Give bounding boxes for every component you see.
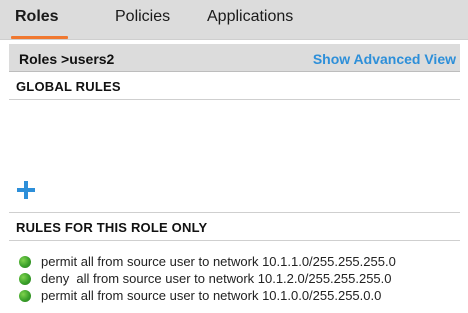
status-dot-icon: [19, 290, 31, 302]
rule-text: permit all from source user to network 1…: [41, 288, 382, 303]
breadcrumb: Roles >users2: [19, 51, 115, 67]
divider: [9, 240, 460, 241]
status-dot-icon: [19, 273, 31, 285]
divider: [9, 212, 460, 213]
show-advanced-view-link[interactable]: Show Advanced View: [313, 51, 456, 67]
tab-policies[interactable]: Policies: [115, 8, 170, 26]
global-rules-heading: GLOBAL RULES: [16, 79, 121, 94]
tab-applications[interactable]: Applications: [207, 8, 293, 26]
role-rules-heading: RULES FOR THIS ROLE ONLY: [16, 220, 208, 235]
roles-panel: Roles Policies Applications Roles >users…: [0, 0, 468, 313]
divider: [9, 99, 460, 100]
rule-text: permit all from source user to network 1…: [41, 254, 396, 269]
breadcrumb-bar: Roles >users2 Show Advanced View: [9, 44, 460, 72]
tab-roles[interactable]: Roles: [15, 8, 59, 26]
status-dot-icon: [19, 256, 31, 268]
tab-bar: Roles Policies Applications: [0, 0, 468, 40]
add-rule-button[interactable]: [17, 181, 35, 199]
active-tab-indicator: [11, 36, 68, 39]
rule-text: deny all from source user to network 10.…: [41, 271, 392, 286]
